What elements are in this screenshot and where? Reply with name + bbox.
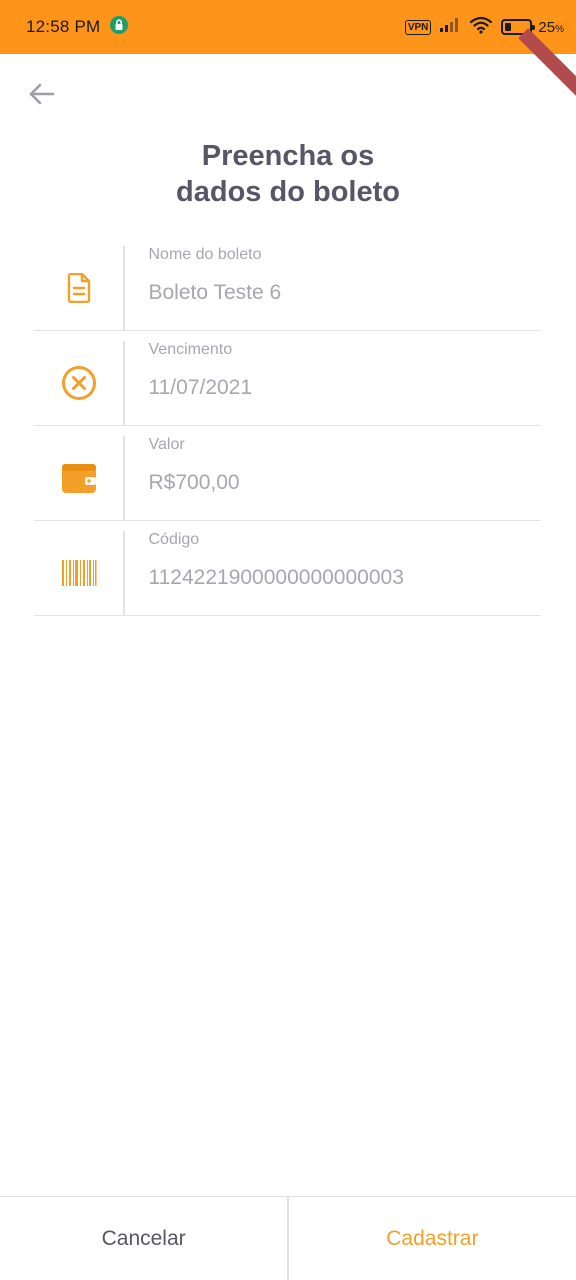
page-title: Preencha os dados do boleto [0,138,576,210]
vpn-badge: VPN [404,19,432,35]
nome-boleto-input[interactable] [148,276,529,310]
close-circle-icon [61,365,97,406]
document-icon [66,272,92,308]
field-content: Vencimento [125,331,542,425]
field-label-vencimento: Vencimento [148,341,233,358]
field-content: Código [125,521,542,615]
page-title-line1: Preencha os [201,140,375,172]
field-icon-cell [34,236,123,330]
status-right: VPN 25% [404,16,564,38]
arrow-left-icon [27,82,55,111]
back-button[interactable] [24,80,58,112]
field-content: Valor [125,426,542,520]
wifi-icon [469,16,493,38]
field-content: Nome do boleto [125,236,542,330]
field-icon-cell [34,521,123,615]
status-time: 12:58 PM [26,17,101,36]
wallet-icon [61,462,97,499]
status-bar: 12:58 PM VPN 25% [0,0,576,54]
status-left: 12:58 PM [26,15,129,40]
field-valor: Valor [34,426,541,521]
page-title-line2: dados do boleto [176,176,400,208]
valor-input[interactable] [148,466,529,500]
screen: 12:58 PM VPN 25% Preencha os dados do bo… [0,0,576,1280]
field-label-nome: Nome do boleto [148,246,262,263]
battery-percent: 25% [538,18,564,36]
field-nome-boleto: Nome do boleto [34,236,541,331]
field-icon-cell [34,426,123,520]
field-label-codigo: Código [148,531,200,548]
signal-icon [439,17,461,37]
bottom-action-bar: Cancelar Cadastrar [0,1196,576,1280]
cancel-button[interactable]: Cancelar [0,1197,288,1280]
field-codigo: Código [34,521,541,616]
field-icon-cell [34,331,123,425]
codigo-input[interactable] [148,561,529,595]
vpn-shield-icon [109,15,129,40]
register-button[interactable]: Cadastrar [288,1197,576,1280]
boleto-form: Nome do boleto Vencimento [34,236,541,616]
barcode-icon [61,559,97,592]
vencimento-input[interactable] [148,371,529,405]
field-label-valor: Valor [148,436,185,453]
field-vencimento: Vencimento [34,331,541,426]
